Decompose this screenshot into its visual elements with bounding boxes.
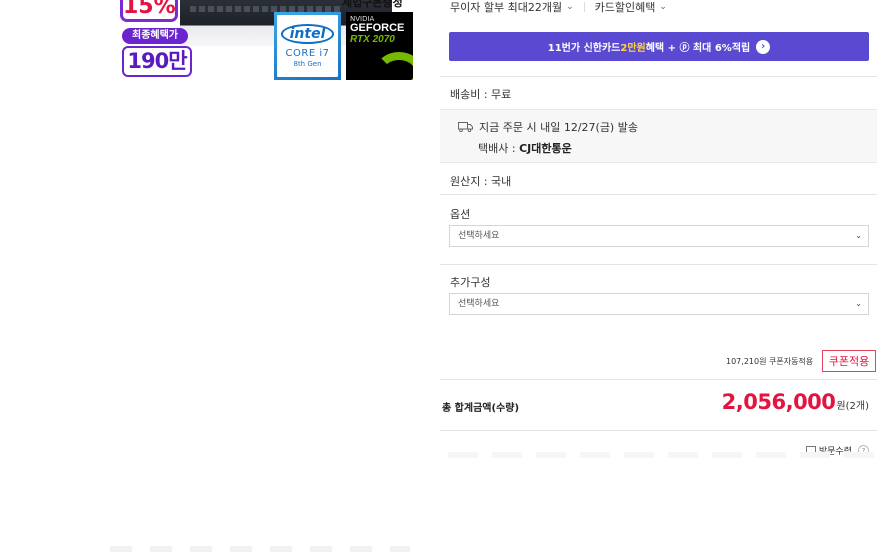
courier-label: 택배사 :: [478, 142, 520, 155]
chevron-down-icon: ⌄: [855, 299, 862, 308]
total-label: 총 합계금액(수량): [442, 403, 520, 414]
intel-core-i7-logo: intel CORE i7 8th Gen: [274, 12, 341, 80]
nvidia-eye-icon: [375, 52, 413, 80]
shipping-info-box: 지금 주문 시 내일 12/27(금) 발송 택배사 : CJ대한통운: [440, 109, 877, 163]
payment-benefits-row: 무이자 할부 최대22개월 ⌄ 카드할인혜택 ⌄: [450, 0, 667, 14]
nvidia-rtx-logo: NVIDIA GEFORCE RTX 2070: [346, 12, 413, 80]
option-label: 옵션: [450, 208, 471, 221]
intel-brand: intel: [280, 24, 335, 44]
origin-info: 원산지 : 국내: [450, 175, 512, 188]
discount-badge: 15%: [120, 0, 178, 22]
divider: [440, 379, 877, 380]
final-benefit-label: 최종혜택가: [122, 28, 188, 44]
nvidia-model: RTX 2070: [350, 34, 395, 45]
divider: [440, 430, 877, 431]
promo-suffix: 혜택 + ⓟ 최대 6%적립: [645, 43, 751, 54]
coupon-auto-applied-note: 107,210원 쿠폰자동적용: [726, 357, 814, 366]
coupon-apply-button[interactable]: 쿠폰적용: [822, 350, 876, 372]
nvidia-line: GEFORCE: [350, 22, 405, 34]
divider: [583, 2, 585, 12]
extra-option-select[interactable]: 선택하세요 ⌄: [449, 293, 869, 315]
intel-generation: 8th Gen: [293, 60, 322, 68]
card-discount-label: 카드할인혜택: [594, 1, 656, 14]
faded-content: [448, 452, 878, 458]
divider: [440, 264, 877, 265]
dispatch-text: 지금 주문 시 내일 12/27(금) 발송: [479, 121, 638, 134]
installment-label: 무이자 할부 최대22개월: [450, 1, 563, 14]
faded-content: [110, 546, 410, 552]
card-promo-banner[interactable]: 11번가 신한카드 2만원 혜택 + ⓟ 최대 6%적립 ›: [449, 32, 869, 61]
truck-icon: [458, 122, 473, 132]
total-amount: 2,056,000: [721, 390, 836, 414]
purchase-panel: 무이자 할부 최대22개월 ⌄ 카드할인혜택 ⌄ 11번가 신한카드 2만원 혜…: [440, 0, 888, 557]
shipping-fee: 배송비 : 무료: [450, 88, 512, 101]
promo-highlight: 2만원: [620, 43, 646, 54]
divider: [440, 194, 877, 195]
courier-info: 택배사 : CJ대한통운: [478, 140, 572, 156]
product-image: 15% 최종혜택가 190만 제법구폰증정 intel CORE i7 8th …: [118, 0, 413, 80]
option-select-value: 선택하세요: [458, 231, 500, 241]
total-price: 2,056,000 원(2개): [722, 390, 869, 414]
extra-option-label: 추가구성: [450, 276, 491, 289]
promo-prefix: 11번가 신한카드: [547, 43, 621, 54]
intel-model: CORE i7: [285, 48, 330, 59]
chevron-down-icon: ⌄: [855, 231, 862, 240]
total-unit: 원(2개): [836, 401, 869, 412]
arrow-right-icon: ›: [756, 39, 771, 54]
divider: [440, 76, 877, 77]
option-select[interactable]: 선택하세요 ⌄: [449, 225, 869, 247]
card-discount-link[interactable]: 카드할인혜택 ⌄: [595, 0, 667, 15]
courier-name: CJ대한통운: [519, 142, 572, 155]
extra-option-select-value: 선택하세요: [458, 299, 500, 309]
final-benefit-value: 190만: [122, 46, 192, 77]
coupon-gift-text: 제법구폰증정: [342, 0, 403, 9]
chevron-down-icon: ⌄: [659, 2, 667, 12]
installment-link[interactable]: 무이자 할부 최대22개월 ⌄: [450, 0, 574, 15]
dispatch-info: 지금 주문 시 내일 12/27(금) 발송: [458, 119, 638, 135]
chevron-down-icon: ⌄: [566, 2, 574, 12]
